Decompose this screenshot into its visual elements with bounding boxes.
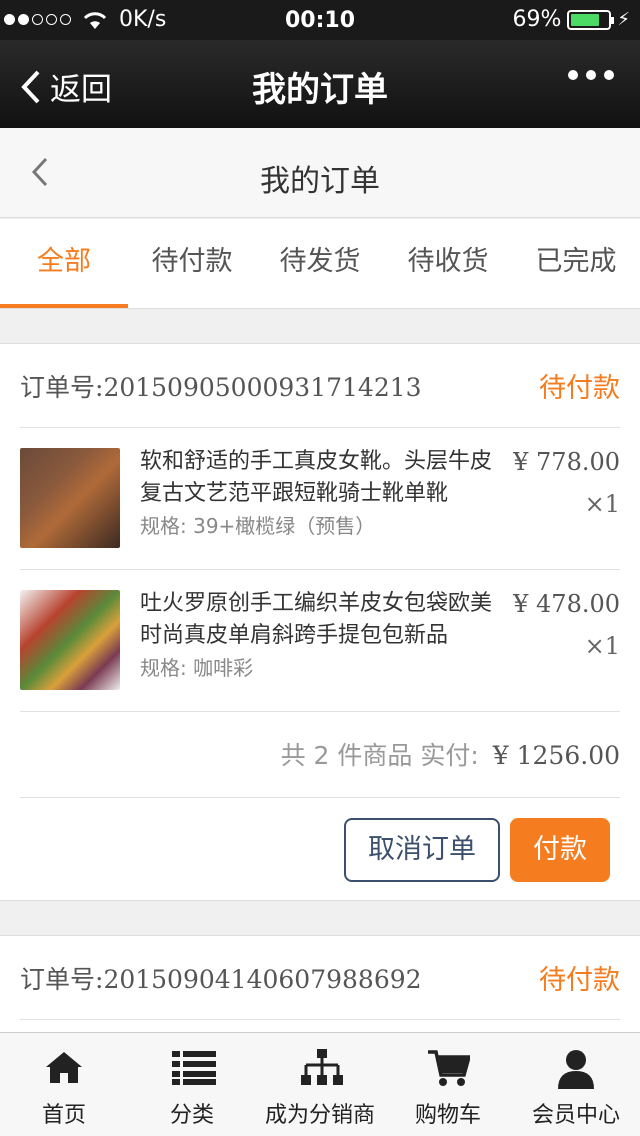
tab-pending-shipment[interactable]: 待发货 xyxy=(256,219,384,308)
product-quantity: ×1 xyxy=(584,490,620,518)
nav-distributor[interactable]: 成为分销商 xyxy=(256,1033,384,1136)
tab-all[interactable]: 全部 xyxy=(0,219,128,308)
order-total-amount: ¥ 1256.00 xyxy=(492,741,620,770)
product-spec: 规格: 39+橄榄绿（预售） xyxy=(140,514,376,538)
product-price: ¥ 478.00 xyxy=(513,590,620,618)
user-icon xyxy=(558,1050,594,1089)
order-number-label: 订单号: xyxy=(20,373,104,402)
sitemap-icon xyxy=(301,1049,343,1085)
nav-cart[interactable]: 购物车 xyxy=(384,1033,512,1136)
product-spec: 规格: 咖啡彩 xyxy=(140,656,254,680)
order-actions: 取消订单 付款 xyxy=(0,798,640,898)
status-bar: 0K/s 00:10 69% ⚡ xyxy=(0,0,640,40)
tab-pending-payment[interactable]: 待付款 xyxy=(128,219,256,308)
nav-member-center[interactable]: 会员中心 xyxy=(512,1033,640,1136)
more-button[interactable] xyxy=(568,70,614,80)
nav-category-label: 分类 xyxy=(169,1103,214,1128)
product-image xyxy=(20,448,120,548)
tab-pending-receipt[interactable]: 待收货 xyxy=(384,219,512,308)
order-item[interactable]: 吐火罗原创手工编织羊皮女包袋欧美时尚真皮单肩斜跨手提包包新品 规格: 咖啡彩 ¥… xyxy=(20,570,620,712)
order-total: 共 2 件商品 实付: ¥ 1256.00 xyxy=(20,712,620,798)
product-quantity: ×1 xyxy=(584,632,620,660)
product-name: 软和舒适的手工真皮女靴。头层牛皮复古文艺范平跟短靴骑士靴单靴 xyxy=(140,449,493,506)
order-status: 待付款 xyxy=(539,965,620,996)
pay-button[interactable]: 付款 xyxy=(510,818,610,882)
order-header: 订单号:20150904140607988692 待付款 xyxy=(20,936,620,1020)
order-number: 20150905000931714213 xyxy=(103,373,422,402)
nav-home-label: 首页 xyxy=(41,1103,86,1128)
nav-distributor-label: 成为分销商 xyxy=(264,1103,375,1128)
nav-cart-label: 购物车 xyxy=(414,1103,481,1128)
charging-icon: ⚡ xyxy=(617,9,630,30)
bottom-nav: 首页 分类 成为分销商 购物车 会员中心 xyxy=(0,1032,640,1136)
product-image xyxy=(20,590,120,690)
order-number: 20150904140607988692 xyxy=(103,965,422,994)
list-icon xyxy=(172,1051,216,1085)
battery-percent: 69% xyxy=(512,7,562,32)
product-price: ¥ 778.00 xyxy=(513,448,620,476)
order-summary: 共 2 件商品 实付: xyxy=(280,741,479,770)
order-card: 订单号:20150905000931714213 待付款 软和舒适的手工真皮女靴… xyxy=(0,343,640,901)
nav-bar: 返回 我的订单 xyxy=(0,40,640,128)
order-item[interactable]: 软和舒适的手工真皮女靴。头层牛皮复古文艺范平跟短靴骑士靴单靴 规格: 39+橄榄… xyxy=(20,428,620,570)
nav-category[interactable]: 分类 xyxy=(128,1033,256,1136)
home-icon xyxy=(46,1052,82,1083)
order-header: 订单号:20150905000931714213 待付款 xyxy=(20,344,620,428)
sub-header: 我的订单 xyxy=(0,128,640,218)
nav-home[interactable]: 首页 xyxy=(0,1033,128,1136)
battery-icon xyxy=(567,9,615,30)
nav-member-center-label: 会员中心 xyxy=(531,1103,620,1128)
cart-icon xyxy=(428,1050,470,1086)
cancel-order-button[interactable]: 取消订单 xyxy=(344,818,500,882)
page-title: 我的订单 xyxy=(252,70,388,110)
order-tabs: 全部 待付款 待发货 待收货 已完成 xyxy=(0,219,640,309)
order-number-label: 订单号: xyxy=(20,965,104,994)
tab-completed[interactable]: 已完成 xyxy=(512,219,640,308)
product-name: 吐火罗原创手工编织羊皮女包袋欧美时尚真皮单肩斜跨手提包包新品 xyxy=(140,591,493,648)
order-status: 待付款 xyxy=(539,373,620,404)
sub-header-title: 我的订单 xyxy=(260,164,380,199)
